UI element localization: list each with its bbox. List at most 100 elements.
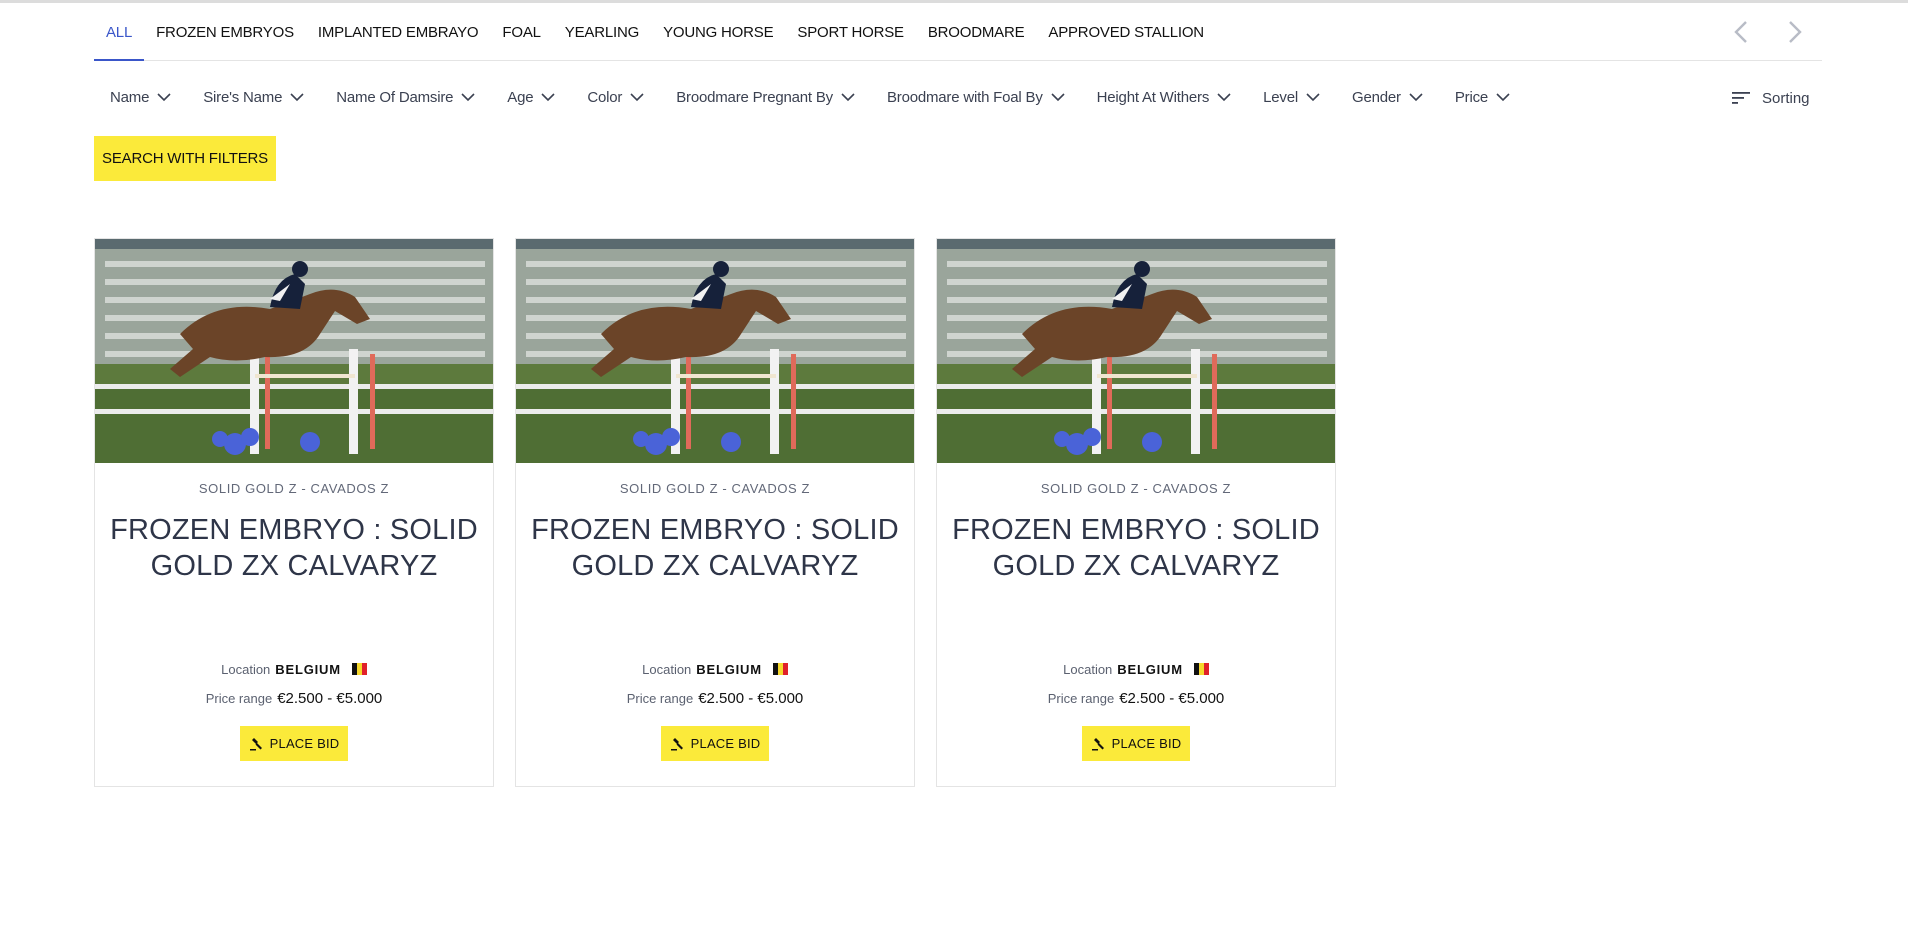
- filter-label: Age: [507, 88, 534, 106]
- horse-photo: [937, 239, 1335, 463]
- listing-price-range: Price range €2.500 - €5.000: [206, 687, 383, 709]
- chevron-down-icon: [290, 92, 304, 101]
- price-label: Price range: [205, 690, 273, 706]
- tab-implanted-embrayo[interactable]: IMPLANTED EMBRAYO: [306, 4, 491, 60]
- listing-title[interactable]: FROZEN EMBRYO : SOLID GOLD ZX CALVARYZ: [946, 512, 1326, 658]
- location-label: Location: [221, 661, 271, 677]
- filter-broodmare-with-foal-by[interactable]: Broodmare with Foal By: [871, 80, 1081, 114]
- category-tabs: ALL FROZEN EMBRYOS IMPLANTED EMBRAYO FOA…: [94, 4, 1216, 61]
- listing-title[interactable]: FROZEN EMBRYO : SOLID GOLD ZX CALVARYZ: [525, 512, 905, 658]
- filter-label: Price: [1454, 88, 1489, 106]
- chevron-left-icon: [1734, 21, 1747, 43]
- listing-breed: SOLID GOLD Z - CAVADOS Z: [1040, 481, 1232, 496]
- tab-broodmare[interactable]: BROODMARE: [916, 4, 1037, 60]
- chevron-down-icon: [1306, 92, 1320, 101]
- filter-sires-name[interactable]: Sire's Name: [187, 80, 320, 114]
- gavel-icon: [1091, 737, 1104, 750]
- filter-label: Name: [110, 88, 150, 106]
- place-bid-button[interactable]: PLACE BID: [1082, 726, 1190, 761]
- listing-breed: SOLID GOLD Z - CAVADOS Z: [619, 481, 811, 496]
- filter-label: Gender: [1352, 88, 1401, 106]
- belgium-flag-icon: [351, 663, 367, 675]
- place-bid-button[interactable]: PLACE BID: [240, 726, 348, 761]
- top-border: [0, 0, 1908, 3]
- chevron-down-icon: [157, 92, 171, 101]
- place-bid-button[interactable]: PLACE BID: [661, 726, 769, 761]
- chevron-right-icon: [1789, 21, 1802, 43]
- tab-scroll-controls: [1714, 4, 1822, 60]
- chevron-down-icon: [630, 92, 644, 101]
- chevron-down-icon: [1409, 92, 1423, 101]
- price-value: €2.500 - €5.000: [1119, 689, 1225, 707]
- place-bid-label: PLACE BID: [1111, 736, 1182, 751]
- location-value: BELGIUM: [275, 661, 341, 677]
- chevron-down-icon: [841, 92, 855, 101]
- category-tab-bar: ALL FROZEN EMBRYOS IMPLANTED EMBRAYO FOA…: [94, 4, 1822, 61]
- sorting-button[interactable]: Sorting: [1732, 84, 1810, 112]
- listing-grid: SOLID GOLD Z - CAVADOS Z FROZEN EMBRYO :…: [94, 238, 1336, 787]
- filter-label: Level: [1263, 88, 1298, 106]
- listing-price-range: Price range €2.500 - €5.000: [627, 687, 804, 709]
- tab-scroll-right-button[interactable]: [1768, 12, 1822, 52]
- tab-approved-stallion[interactable]: APPROVED STALLION: [1036, 4, 1216, 60]
- chevron-down-icon: [541, 92, 555, 101]
- listing-location: Location BELGIUM: [642, 658, 788, 680]
- price-label: Price range: [1047, 690, 1115, 706]
- gavel-icon: [249, 737, 262, 750]
- price-value: €2.500 - €5.000: [698, 689, 804, 707]
- filter-height-at-withers[interactable]: Height At Withers: [1081, 80, 1247, 114]
- place-bid-label: PLACE BID: [690, 736, 761, 751]
- filter-name-of-damsire[interactable]: Name Of Damsire: [320, 80, 491, 114]
- tab-scroll-left-button[interactable]: [1714, 12, 1768, 52]
- filter-color[interactable]: Color: [571, 80, 660, 114]
- tab-yearling[interactable]: YEARLING: [553, 4, 651, 60]
- filter-price[interactable]: Price: [1439, 80, 1526, 114]
- sorting-label: Sorting: [1762, 89, 1810, 107]
- sort-lines-icon: [1732, 92, 1750, 104]
- listing-location: Location BELGIUM: [221, 658, 367, 680]
- tab-frozen-embryos[interactable]: FROZEN EMBRYOS: [144, 4, 306, 60]
- filter-age[interactable]: Age: [491, 80, 571, 114]
- chevron-down-icon: [1496, 92, 1510, 101]
- tab-foal[interactable]: FOAL: [490, 4, 552, 60]
- chevron-down-icon: [1217, 92, 1231, 101]
- listing-title[interactable]: FROZEN EMBRYO : SOLID GOLD ZX CALVARYZ: [104, 512, 484, 658]
- filter-label: Name Of Damsire: [336, 88, 454, 106]
- chevron-down-icon: [461, 92, 475, 101]
- listing-breed: SOLID GOLD Z - CAVADOS Z: [198, 481, 390, 496]
- price-value: €2.500 - €5.000: [277, 689, 383, 707]
- location-label: Location: [1063, 661, 1113, 677]
- place-bid-label: PLACE BID: [269, 736, 340, 751]
- listing-price-range: Price range €2.500 - €5.000: [1048, 687, 1225, 709]
- belgium-flag-icon: [772, 663, 788, 675]
- belgium-flag-icon: [1193, 663, 1209, 675]
- show-jumping-horse-photo: [937, 239, 1335, 463]
- price-label: Price range: [626, 690, 694, 706]
- show-jumping-horse-photo: [95, 239, 493, 463]
- horse-photo: [516, 239, 914, 463]
- filter-broodmare-pregnant-by[interactable]: Broodmare Pregnant By: [660, 80, 871, 114]
- chevron-down-icon: [1051, 92, 1065, 101]
- gavel-icon: [670, 737, 683, 750]
- listing-location: Location BELGIUM: [1063, 658, 1209, 680]
- filter-bar: Name Sire's Name Name Of Damsire Age Col…: [94, 80, 1526, 114]
- tab-all[interactable]: ALL: [94, 4, 145, 61]
- location-label: Location: [642, 661, 692, 677]
- location-value: BELGIUM: [696, 661, 762, 677]
- show-jumping-horse-photo: [516, 239, 914, 463]
- filter-label: Sire's Name: [203, 88, 283, 106]
- filter-label: Height At Withers: [1096, 88, 1210, 106]
- horse-photo: [95, 239, 493, 463]
- listing-card[interactable]: SOLID GOLD Z - CAVADOS Z FROZEN EMBRYO :…: [515, 238, 915, 787]
- search-with-filters-button[interactable]: SEARCH WITH FILTERS: [94, 136, 276, 181]
- filter-label: Broodmare with Foal By: [886, 88, 1043, 106]
- listing-card[interactable]: SOLID GOLD Z - CAVADOS Z FROZEN EMBRYO :…: [936, 238, 1336, 787]
- filter-label: Broodmare Pregnant By: [676, 88, 833, 106]
- filter-gender[interactable]: Gender: [1336, 80, 1439, 114]
- tab-young-horse[interactable]: YOUNG HORSE: [651, 4, 785, 60]
- filter-level[interactable]: Level: [1247, 80, 1336, 114]
- filter-name[interactable]: Name: [94, 80, 187, 114]
- location-value: BELGIUM: [1117, 661, 1183, 677]
- listing-card[interactable]: SOLID GOLD Z - CAVADOS Z FROZEN EMBRYO :…: [94, 238, 494, 787]
- tab-sport-horse[interactable]: SPORT HORSE: [785, 4, 915, 60]
